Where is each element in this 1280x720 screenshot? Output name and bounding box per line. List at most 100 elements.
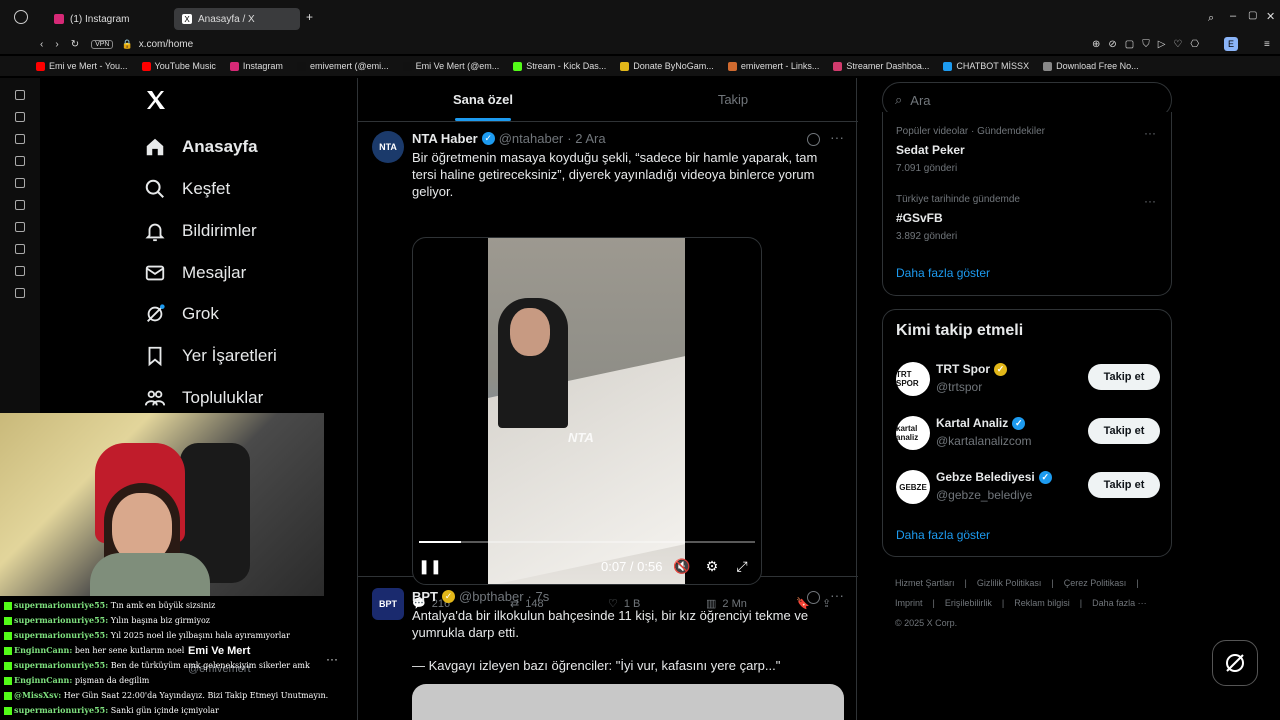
bookmark-item[interactable]: emivemert (@emi... (296, 61, 389, 71)
footer-link[interactable]: © 2025 X Corp. (895, 618, 957, 628)
footer-link[interactable]: Çerez Politikası (1064, 578, 1127, 588)
avatar[interactable]: GEBZE (896, 470, 930, 504)
nav-item-7[interactable]: Topluluklar (144, 387, 263, 409)
fullscreen-icon[interactable]: ⤢ (733, 557, 751, 575)
nav-item-2[interactable]: Keşfet (144, 178, 230, 200)
more-icon[interactable]: ··· (1144, 194, 1156, 208)
mute-icon[interactable]: 🔇 (673, 557, 691, 575)
bookmark-item[interactable]: Streamer Dashboa... (833, 61, 929, 71)
url-field[interactable]: x.com/home (139, 39, 193, 50)
sidebar-app-icon[interactable] (15, 200, 25, 210)
video-progress[interactable] (419, 541, 755, 543)
follow-suggestion[interactable]: TRT SPOR TRT Spor ✓ @trtspor Takip et (896, 360, 1160, 400)
chat-username[interactable]: EnginnCann: (14, 675, 72, 685)
chat-username[interactable]: supermarionuriye55: (14, 600, 108, 610)
browser-logo-icon[interactable] (14, 10, 28, 24)
tweet-media-preview[interactable] (412, 684, 844, 720)
sidebar-app-icon[interactable] (15, 134, 25, 144)
author-handle[interactable]: @bpthaber (459, 589, 524, 604)
suggestion-name[interactable]: Kartal Analiz (936, 416, 1008, 430)
bookmark-item[interactable]: Emi ve Mert - You... (36, 61, 128, 71)
pause-icon[interactable]: ❚❚ (418, 557, 441, 575)
tab-instagram[interactable]: (1) Instagram (46, 8, 170, 30)
video-player[interactable]: NTA ❚❚ 0:07 / 0:56 🔇 ⚙ ⤢ (412, 237, 762, 585)
show-more-link[interactable]: Daha fazla göster (896, 528, 990, 542)
chat-username[interactable]: supermarionuriye55: (14, 615, 108, 625)
sidebar-app-icon[interactable] (15, 156, 25, 166)
bookmark-item[interactable]: Donate ByNoGam... (620, 61, 714, 71)
grok-icon[interactable] (807, 591, 820, 604)
more-icon[interactable]: ··· (830, 129, 844, 145)
avatar[interactable]: BPT (372, 588, 404, 620)
bookmark-item[interactable]: YouTube Music (141, 61, 216, 71)
follow-button[interactable]: Takip et (1088, 418, 1160, 444)
author-handle[interactable]: @ntahaber (499, 131, 564, 146)
suggestion-name[interactable]: TRT Spor (936, 362, 990, 376)
avatar[interactable]: NTA (372, 131, 404, 163)
footer-link[interactable]: Hizmet Şartları (895, 578, 955, 588)
tab-x-home[interactable]: X Anasayfa / X (174, 8, 300, 30)
tweet[interactable]: BPT BPT ✓ @bpthaber · 7s ··· Antalya'da … (358, 578, 858, 720)
forward-icon[interactable]: › (55, 39, 58, 50)
footer-link[interactable]: Reklam bilgisi (1014, 598, 1070, 608)
footer-link[interactable]: Gizlilik Politikası (977, 578, 1042, 588)
tab-for-you[interactable]: Sana özel (358, 78, 608, 121)
trend-item[interactable]: Popüler videolar · Gündemdekiler Sedat P… (896, 126, 1160, 174)
tweet-time[interactable]: · 2 Ara (567, 131, 605, 146)
nav-item-6[interactable]: Yer İşaretleri (144, 345, 277, 367)
nav-item-3[interactable]: Bildirimler (144, 220, 257, 242)
chat-username[interactable]: @MissXsv: (14, 690, 61, 700)
menu-icon[interactable]: ≡ (1264, 39, 1270, 50)
author-name[interactable]: NTA Haber (412, 131, 478, 146)
chat-username[interactable]: supermarionuriye55: (14, 660, 108, 670)
close-icon[interactable]: ✕ (1266, 10, 1275, 23)
tweet[interactable]: NTA NTA Haber ✓ @ntahaber · 2 Ara ··· Bi… (358, 123, 858, 610)
bookmark-item[interactable]: Stream - Kick Das... (513, 61, 606, 71)
profile-avatar[interactable]: E (1224, 37, 1238, 51)
nav-item-5[interactable]: Grok (144, 303, 219, 325)
footer-link[interactable]: Erişilebilirlik (945, 598, 992, 608)
sidebar-app-icon[interactable] (15, 266, 25, 276)
bookmark-item[interactable]: Emi Ve Mert (@em... (402, 61, 499, 71)
sidebar-app-icon[interactable] (15, 178, 25, 188)
tab-following[interactable]: Takip (608, 78, 858, 121)
video-frame[interactable]: NTA (488, 238, 685, 584)
tweet-time[interactable]: · 7s (528, 589, 550, 604)
nav-item-4[interactable]: Mesajlar (144, 262, 246, 284)
trend-item[interactable]: Türkiye tarihinde gündemde #GSvFB 3.892 … (896, 194, 1160, 242)
bookmark-item[interactable]: Download Free No... (1043, 61, 1139, 71)
reload-icon[interactable]: ↻ (71, 39, 79, 50)
minimize-icon[interactable]: – (1230, 10, 1236, 22)
new-tab-icon[interactable]: + (306, 10, 313, 24)
avatar[interactable]: TRT SPOR (896, 362, 930, 396)
follow-button[interactable]: Takip et (1088, 472, 1160, 498)
sidebar-app-icon[interactable] (15, 222, 25, 232)
x-logo-icon[interactable] (144, 88, 168, 112)
grok-button[interactable] (1212, 640, 1258, 686)
sidebar-app-icon[interactable] (15, 244, 25, 254)
follow-button[interactable]: Takip et (1088, 364, 1160, 390)
sidebar-app-icon[interactable] (15, 288, 25, 298)
footer-link[interactable]: Imprint (895, 598, 923, 608)
more-icon[interactable]: ··· (1144, 126, 1156, 140)
nav-item-1[interactable]: Anasayfa (144, 136, 258, 158)
search-tabs-icon[interactable]: ⌕ (1208, 12, 1214, 25)
vpn-badge[interactable]: VPN (91, 39, 114, 49)
follow-suggestion[interactable]: GEBZE Gebze Belediyesi ✓ @gebze_belediye Tak… (896, 468, 1160, 508)
more-icon[interactable]: ··· (830, 587, 844, 603)
avatar[interactable]: kartal analiz (896, 416, 930, 450)
bookmark-item[interactable]: CHATBOT MİSSX (943, 61, 1029, 71)
author-name[interactable]: BPT (412, 589, 438, 604)
chat-username[interactable]: supermarionuriye55: (14, 705, 108, 715)
bookmark-item[interactable]: Instagram (229, 61, 283, 71)
sidebar-app-icon[interactable] (15, 90, 25, 100)
footer-link[interactable]: Daha fazla ··· (1092, 598, 1147, 608)
grok-icon[interactable] (807, 133, 820, 146)
settings-icon[interactable]: ⚙ (703, 557, 721, 575)
chat-username[interactable]: EnginnCann: (14, 645, 72, 655)
show-more-link[interactable]: Daha fazla göster (896, 266, 990, 280)
suggestion-name[interactable]: Gebze Belediyesi (936, 470, 1035, 484)
sidebar-app-icon[interactable] (15, 112, 25, 122)
chat-username[interactable]: supermarionuriye55: (14, 630, 108, 640)
back-icon[interactable]: ‹ (40, 39, 43, 50)
